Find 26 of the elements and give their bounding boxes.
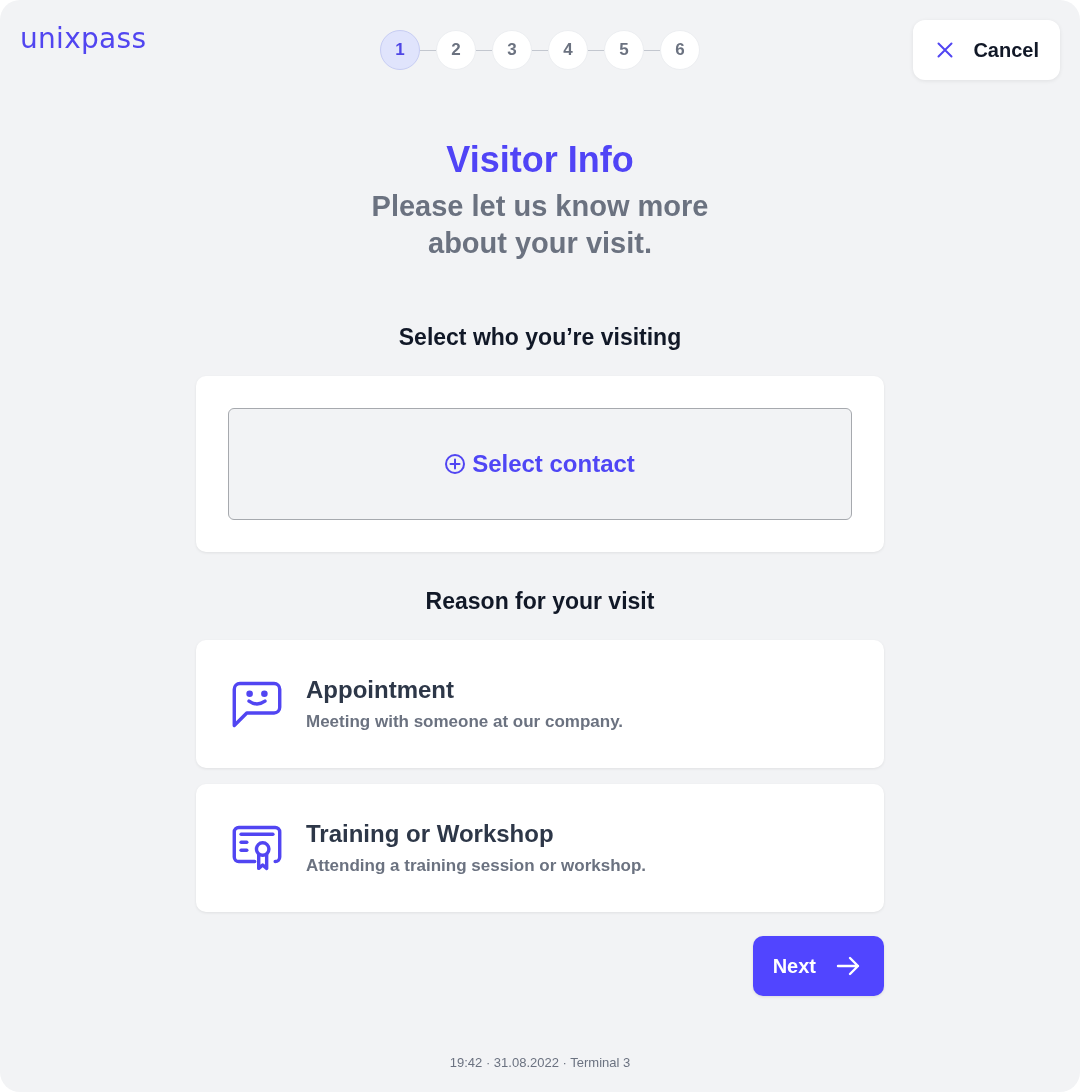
page-subtitle: Please let us know more about your visit. bbox=[370, 189, 710, 261]
step-indicator: 6 bbox=[660, 30, 700, 70]
step-indicator: 2 bbox=[436, 30, 476, 70]
cancel-button[interactable]: Cancel bbox=[913, 20, 1060, 80]
section-label: Reason for your visit bbox=[425, 587, 655, 616]
logo: unixpass bbox=[20, 22, 147, 56]
option-title: Appointment bbox=[306, 675, 455, 705]
chat-smile-icon bbox=[232, 680, 282, 728]
step-indicator: 3 bbox=[492, 30, 532, 70]
option-description: Meeting with someone at our company. bbox=[306, 711, 624, 733]
reason-option-card[interactable]: Appointment Meeting with someone at our company. bbox=[196, 640, 884, 768]
page-title: Visitor Info bbox=[446, 138, 634, 182]
close-icon bbox=[937, 42, 954, 58]
certificate-icon bbox=[232, 824, 282, 872]
next-button[interactable]: Next bbox=[752, 936, 884, 996]
select-contact-button[interactable]: Select contact bbox=[228, 408, 852, 520]
arrow-right-icon bbox=[836, 954, 860, 978]
step-indicator: 4 bbox=[548, 30, 588, 70]
option-title: Training or Workshop bbox=[306, 819, 555, 849]
step-indicator: 5 bbox=[604, 30, 644, 70]
reason-option-card[interactable]: Training or Workshop Attending a training session or workshop. bbox=[196, 784, 884, 912]
option-description: Attending a training session or workshop. bbox=[306, 855, 647, 877]
section-label: Select who you’re visiting bbox=[398, 323, 682, 352]
plus-circle-icon bbox=[445, 454, 466, 474]
step-indicator: 1 bbox=[380, 30, 420, 70]
status-footer: 19:42 · 31.08.2022 · Terminal 3 bbox=[449, 1054, 631, 1072]
